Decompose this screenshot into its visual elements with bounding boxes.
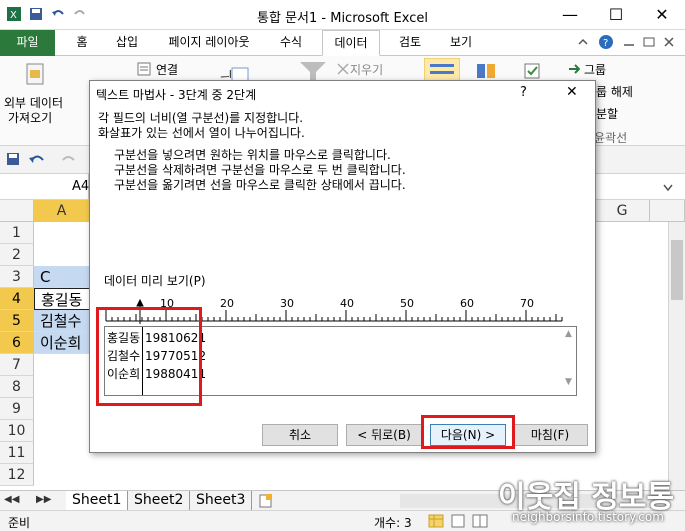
cell-header-partial[interactable]: C xyxy=(34,266,90,288)
dialog-desc-line2: 화살표가 있는 선에서 열이 나누어집니다. xyxy=(98,126,305,140)
row-header-3[interactable]: 3 xyxy=(0,266,34,288)
help-icon[interactable]: ? xyxy=(598,34,614,53)
tab-data[interactable]: 데이터 xyxy=(322,30,380,56)
cancel-button[interactable]: 취소 xyxy=(262,424,338,446)
column-header-g[interactable]: G xyxy=(595,200,650,222)
clear-filter-label[interactable]: 지우기 xyxy=(350,61,383,78)
back-button[interactable]: < 뒤로(B) xyxy=(346,424,422,446)
cell-a5[interactable]: 김철수 xyxy=(34,310,90,332)
subtotal-label[interactable]: 분할 xyxy=(596,105,618,122)
column-header-a[interactable]: A xyxy=(34,200,90,222)
status-count: 개수: 3 xyxy=(374,516,412,530)
cell-a6[interactable]: 이순희 xyxy=(34,332,90,354)
minimize-button[interactable]: — xyxy=(547,0,593,30)
row-header-11[interactable]: 11 xyxy=(0,442,34,464)
normal-view-icon[interactable] xyxy=(428,514,444,531)
title-bar: X 통합 문서1 - Microsoft Excel — ☐ ✕ xyxy=(0,0,685,30)
maximize-button[interactable]: ☐ xyxy=(593,0,639,30)
row-header-5[interactable]: 5 xyxy=(0,310,34,332)
tab-formulas[interactable]: 수식 xyxy=(272,30,310,56)
ribbon-close-icon[interactable] xyxy=(662,35,676,52)
watermark-url: neighborsinfo.tistory.com xyxy=(512,510,664,524)
next-button-highlight-box xyxy=(421,415,515,449)
preview-scroll-down-icon[interactable]: ▼ xyxy=(565,377,572,387)
outline-group-label: 윤곽선 xyxy=(594,131,628,145)
ribbon-minimize-icon[interactable] xyxy=(622,35,636,52)
page-break-view-icon[interactable] xyxy=(472,514,488,531)
dialog-desc-line1: 각 필드의 너비(열 구분선)를 지정합니다. xyxy=(98,111,304,125)
connections-label[interactable]: 연결 xyxy=(156,61,178,78)
tab-view[interactable]: 보기 xyxy=(442,30,480,56)
external-data-icon[interactable] xyxy=(24,62,46,91)
vertical-scrollbar[interactable] xyxy=(668,222,685,490)
row-header-12[interactable]: 12 xyxy=(0,464,34,486)
select-all-corner[interactable] xyxy=(0,200,34,222)
ribbon-tabs: 파일 홈 삽입 페이지 레이아웃 수식 데이터 검토 보기 ? xyxy=(0,30,685,56)
redo-icon-small[interactable] xyxy=(60,152,78,169)
dialog-title: 텍스트 마법사 - 3단계 중 2단계 xyxy=(96,88,257,102)
dialog-instruction-3: 구분선을 옮기려면 선을 마우스로 클릭한 상태에서 끕니다. xyxy=(114,178,406,192)
tab-review[interactable]: 검토 xyxy=(390,30,430,56)
row-header-7[interactable]: 7 xyxy=(0,354,34,376)
row-header-2[interactable]: 2 xyxy=(0,244,34,266)
tab-insert[interactable]: 삽입 xyxy=(108,30,146,56)
ruler-label: 40 xyxy=(340,297,354,310)
watermark: 이웃집 정보통 neighborsinfo.tistory.com xyxy=(490,470,685,531)
dialog-help-button[interactable]: ? xyxy=(520,85,527,100)
preview-scroll-up-icon[interactable]: ▲ xyxy=(565,329,572,339)
clear-filter-icon[interactable] xyxy=(336,62,350,79)
sheet-nav-next-icon[interactable]: ▶▶ xyxy=(36,494,51,505)
tab-file[interactable]: 파일 xyxy=(0,30,55,56)
tab-home[interactable]: 홈 xyxy=(68,30,96,56)
undo-icon-small[interactable] xyxy=(28,152,46,169)
cell-a4[interactable]: 홍길동 xyxy=(34,288,90,310)
status-ready: 준비 xyxy=(8,516,31,530)
sheet-tab-sheet1[interactable]: Sheet1 xyxy=(66,491,129,511)
preview-label: 데이터 미리 보기(P) xyxy=(104,274,206,288)
finish-button[interactable]: 마침(F) xyxy=(512,424,588,446)
column-header-h[interactable] xyxy=(650,200,685,222)
dialog-close-button[interactable]: ✕ xyxy=(566,84,578,100)
sheet-tab-sheet3[interactable]: Sheet3 xyxy=(190,491,253,511)
get-external-data-label-2[interactable]: 가져오기 xyxy=(8,109,52,126)
ribbon-restore-icon[interactable] xyxy=(642,35,656,52)
name-box[interactable]: A4 xyxy=(0,174,89,199)
ruler-label: 20 xyxy=(220,297,234,310)
row-header-10[interactable]: 10 xyxy=(0,420,34,442)
sheet-nav-first-icon[interactable]: ◀◀ xyxy=(4,494,19,505)
ruler-label: 70 xyxy=(520,297,534,310)
row-header-4[interactable]: 4 xyxy=(0,288,34,310)
tab-page-layout[interactable]: 페이지 레이아웃 xyxy=(158,30,260,56)
save-icon-small[interactable] xyxy=(6,152,20,169)
dialog-title-bar: 텍스트 마법사 - 3단계 중 2단계 ? ✕ xyxy=(90,81,595,105)
preview-highlight-box xyxy=(96,307,202,406)
name-box-value: A4 xyxy=(72,179,90,194)
expand-formula-icon[interactable] xyxy=(662,182,674,196)
group-label[interactable]: 그룹 xyxy=(584,61,606,78)
row-header-1[interactable]: 1 xyxy=(0,222,34,244)
text-import-wizard-dialog: 텍스트 마법사 - 3단계 중 2단계 ? ✕ 각 필드의 너비(열 구분선)를… xyxy=(89,80,596,453)
close-button[interactable]: ✕ xyxy=(639,0,685,30)
connections-icon[interactable] xyxy=(136,61,152,80)
dialog-instruction-2: 구분선을 삭제하려면 구분선을 마우스로 두 번 클릭합니다. xyxy=(114,163,406,177)
ruler-label: 50 xyxy=(400,297,414,310)
vertical-scroll-thumb[interactable] xyxy=(671,240,683,300)
row-header-8[interactable]: 8 xyxy=(0,376,34,398)
ruler-label: 30 xyxy=(280,297,294,310)
row-header-6[interactable]: 6 xyxy=(0,332,34,354)
collapse-ribbon-icon[interactable] xyxy=(576,35,590,52)
ungroup-label[interactable]: 룹 해제 xyxy=(596,83,633,100)
ruler-label: 60 xyxy=(460,297,474,310)
svg-text:?: ? xyxy=(603,38,608,49)
page-layout-view-icon[interactable] xyxy=(450,514,466,531)
row-header-9[interactable]: 9 xyxy=(0,398,34,420)
dialog-instruction-1: 구분선을 넣으려면 원하는 위치를 마우스로 클릭합니다. xyxy=(114,148,391,162)
group-icon[interactable] xyxy=(568,62,581,79)
sheet-tab-sheet2[interactable]: Sheet2 xyxy=(128,491,191,511)
